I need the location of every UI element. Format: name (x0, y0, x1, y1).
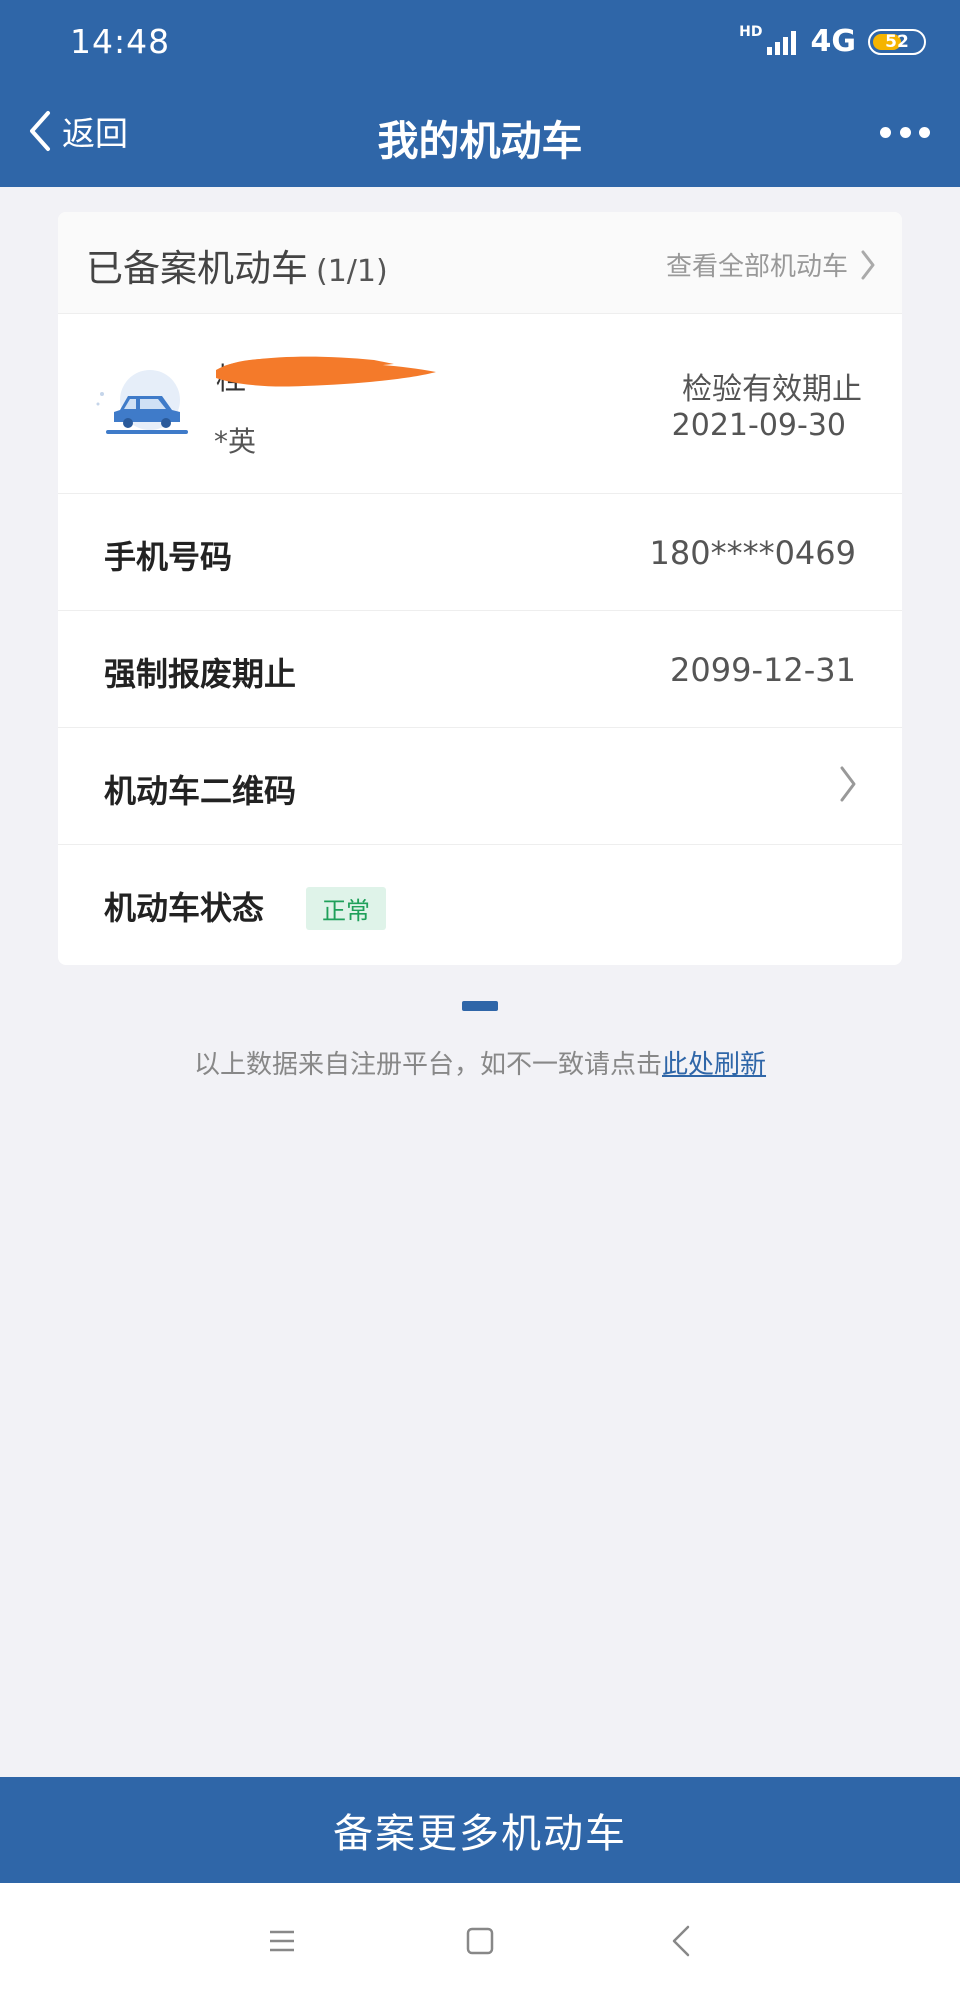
owner-name: *英 (214, 425, 257, 458)
status-bar: 14:48 HD 4G 52 (0, 0, 960, 90)
scrap-date-label: 强制报废期止 (104, 655, 297, 693)
inspection-label: 检验有效期止 (682, 372, 862, 407)
notice-text: 以上数据来自注册平台，如不一致请点击 (193, 1050, 662, 1080)
network-type: 4G (810, 24, 857, 59)
view-all-label: 查看全部机动车 (665, 252, 848, 282)
chevron-right-icon (861, 250, 875, 279)
status-time: 14:48 (70, 22, 171, 61)
car-icon (96, 370, 188, 434)
navigation-bar: 返回 我的机动车 (0, 95, 960, 175)
inspection-date: 2021-09-30 (671, 408, 846, 443)
card-title-text: 已备案机动车 (86, 247, 308, 290)
phone-value: 180****0469 (649, 534, 856, 572)
refresh-link[interactable]: 此处刷新 (662, 1050, 766, 1080)
more-dots-icon (880, 126, 891, 138)
scrap-date-row: 强制报废期止 2099-12-31 (58, 611, 902, 728)
qr-code-label: 机动车二维码 (104, 772, 297, 810)
register-more-vehicles-button[interactable]: 备案更多机动车 (0, 1777, 960, 1883)
vehicle-card: 已备案机动车(1/1) 查看全部机动车 桂 *英 检验有效期止 2021 (58, 212, 902, 965)
data-source-notice: 以上数据来自注册平台，如不一致请点击此处刷新 (0, 1044, 960, 1081)
battery-level: 52 (885, 31, 909, 52)
phone-label: 手机号码 (104, 538, 233, 576)
page-indicator (462, 1001, 498, 1011)
signal-icon (766, 30, 796, 55)
hd-label: HD (739, 24, 763, 40)
status-badge: 正常 (306, 887, 386, 930)
scrap-date-value: 2099-12-31 (670, 651, 856, 689)
system-navigation-bar (0, 1883, 960, 1998)
chevron-right-icon (840, 766, 856, 802)
battery-icon: 52 (868, 28, 926, 55)
card-header: 已备案机动车 (1/1) 查看全部机动车 (58, 212, 902, 314)
vehicle-status-row: 机动车状态 正常 (58, 845, 902, 962)
card-title: 已备案机动车 (1/1) (86, 238, 388, 292)
vehicle-count: (1/1) (316, 254, 388, 289)
page-title: 我的机动车 (377, 117, 583, 165)
vehicle-summary-row[interactable]: 桂 *英 检验有效期止 2021-09-30 (58, 314, 902, 494)
system-icons: HD 4G 52 (739, 24, 926, 59)
plate-redaction (216, 356, 436, 387)
more-options-button[interactable] (880, 117, 930, 147)
qr-code-row[interactable]: 机动车二维码 (58, 728, 902, 845)
view-all-vehicles-link[interactable]: 查看全部机动车 (666, 246, 876, 283)
vehicle-status-label: 机动车状态 (104, 889, 265, 927)
back-icon[interactable] (662, 1921, 702, 1961)
top-app-bar: 14:48 HD 4G 52 返回 我的机动车 (0, 0, 960, 187)
menu-icon[interactable] (262, 1921, 302, 1961)
home-icon[interactable] (460, 1921, 500, 1961)
phone-row: 手机号码 180****0469 (58, 494, 902, 611)
